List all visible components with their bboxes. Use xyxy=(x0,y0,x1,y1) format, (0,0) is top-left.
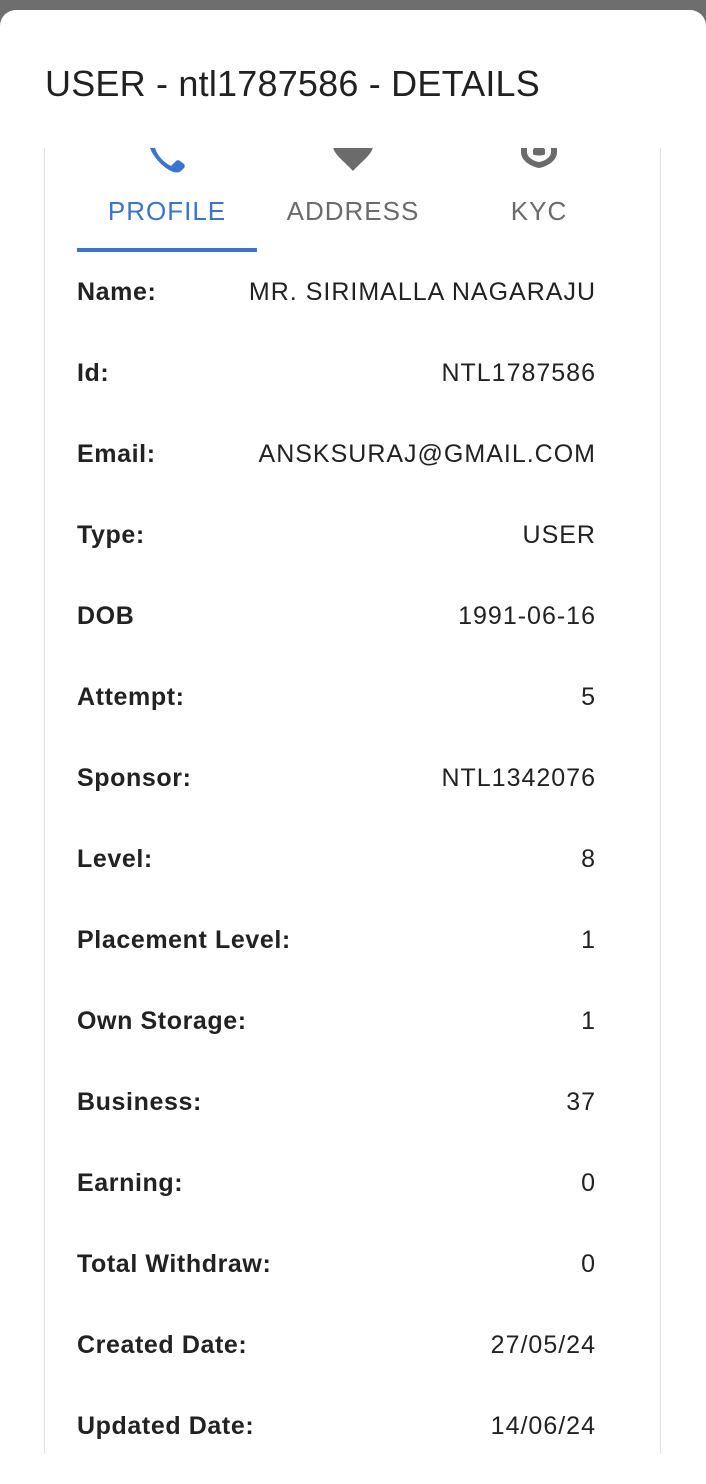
tab-kyc-label: KYC xyxy=(510,196,568,226)
detail-row-name: Name: MR. SIRIMALLA NAGARAJU xyxy=(77,252,596,333)
detail-row-level: Level: 8 xyxy=(77,819,596,900)
detail-row-id: Id: NTL1787586 xyxy=(77,333,596,414)
profile-details-list: Name: MR. SIRIMALLA NAGARAJU Id: NTL1787… xyxy=(77,252,596,1454)
detail-value: MR. SIRIMALLA NAGARAJU xyxy=(248,278,596,306)
detail-label: Created Date: xyxy=(77,1331,248,1359)
tab-kyc[interactable]: KYC xyxy=(449,148,629,252)
detail-value: 5 xyxy=(581,683,596,711)
detail-row-type: Type: USER xyxy=(77,495,596,576)
detail-row-earning: Earning: 0 xyxy=(77,1143,596,1224)
detail-value: 27/05/24 xyxy=(490,1331,596,1359)
tab-address-label: ADDRESS xyxy=(286,196,420,226)
dialog-title: USER - ntl1787586 - DETAILS xyxy=(45,63,540,104)
tab-profile-label: PROFILE xyxy=(107,196,227,226)
detail-row-updated-date: Updated Date: 14/06/24 xyxy=(77,1386,596,1454)
tab-profile[interactable]: PROFILE xyxy=(77,148,257,252)
detail-label: Total Withdraw: xyxy=(77,1250,272,1278)
detail-row-dob: DOB 1991-06-16 xyxy=(77,576,596,657)
detail-label: Placement Level: xyxy=(77,926,291,954)
detail-value: 1 xyxy=(581,1007,596,1035)
location-pin-icon xyxy=(333,148,373,171)
detail-label: Id: xyxy=(77,359,110,387)
detail-row-sponsor: Sponsor: NTL1342076 xyxy=(77,738,596,819)
detail-label: Level: xyxy=(77,845,153,873)
detail-value: USER xyxy=(522,521,596,549)
detail-row-business: Business: 37 xyxy=(77,1062,596,1143)
detail-row-attempt: Attempt: 5 xyxy=(77,657,596,738)
detail-label: Attempt: xyxy=(77,683,185,711)
detail-value: 0 xyxy=(581,1169,596,1197)
detail-label: Own Storage: xyxy=(77,1007,247,1035)
phone-icon xyxy=(150,148,185,173)
detail-label: Business: xyxy=(77,1088,202,1116)
detail-label: Updated Date: xyxy=(77,1412,255,1440)
tab-address[interactable]: ADDRESS xyxy=(263,148,443,252)
detail-label: Type: xyxy=(77,521,145,549)
details-card: PROFILE ADDRESS KYC Name: MR. SIRIMALLA … xyxy=(44,148,661,1454)
detail-row-email: Email: ANSKSURAJ@GMAIL.COM xyxy=(77,414,596,495)
detail-value: 0 xyxy=(581,1250,596,1278)
detail-label: Sponsor: xyxy=(77,764,192,792)
detail-value: NTL1342076 xyxy=(441,764,596,792)
detail-row-own-storage: Own Storage: 1 xyxy=(77,981,596,1062)
id-badge-icon xyxy=(521,148,557,168)
detail-value: 8 xyxy=(581,845,596,873)
detail-value: NTL1787586 xyxy=(441,359,596,387)
detail-row-placement-level: Placement Level: 1 xyxy=(77,900,596,981)
detail-value: 37 xyxy=(566,1088,596,1116)
detail-label: Earning: xyxy=(77,1169,184,1197)
detail-label: Email: xyxy=(77,440,156,468)
user-details-dialog: USER - ntl1787586 - DETAILS PROFILE ADDR… xyxy=(0,10,706,1484)
detail-value: 14/06/24 xyxy=(490,1412,596,1440)
detail-value: 1 xyxy=(581,926,596,954)
detail-row-total-withdraw: Total Withdraw: 0 xyxy=(77,1224,596,1305)
detail-row-created-date: Created Date: 27/05/24 xyxy=(77,1305,596,1386)
detail-label: Name: xyxy=(77,278,157,306)
detail-label: DOB xyxy=(77,602,135,630)
tab-bar: PROFILE ADDRESS KYC xyxy=(77,148,633,252)
detail-value: ANSKSURAJ@GMAIL.COM xyxy=(258,440,596,468)
detail-value: 1991-06-16 xyxy=(458,602,596,630)
